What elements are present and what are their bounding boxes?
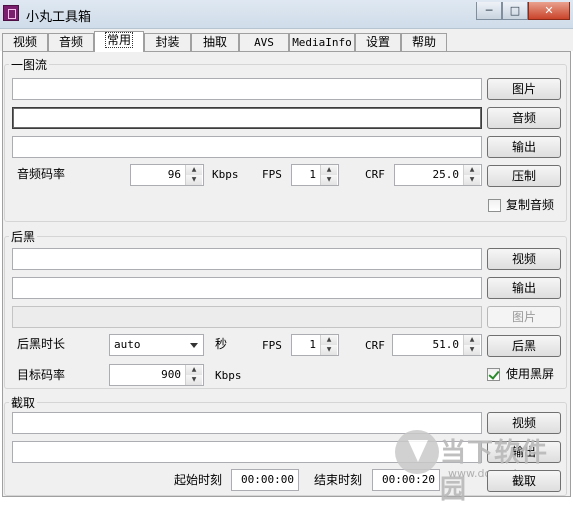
audio-bitrate-spinner[interactable]: 96 ▲ ▼ [130,164,204,186]
black-select-image-button: 图片 [487,306,561,328]
spin-down-icon[interactable]: ▼ [186,375,202,385]
group-image-stream-title: 一图流 [9,56,50,73]
crf-spinner[interactable]: 25.0 ▲ ▼ [394,164,482,186]
audio-bitrate-label: 音频码率 [17,167,66,181]
black-select-output-button[interactable]: 输出 [487,277,561,299]
maximize-button[interactable]: □ [502,2,528,20]
window-title: 小丸工具箱 [26,10,92,25]
crf-label: CRF [365,168,385,181]
watermark-logo-icon [395,430,439,474]
black-video-path-field[interactable] [12,248,482,270]
tab-common[interactable]: 常用 [94,31,144,52]
group-black-title: 后黑 [9,228,38,245]
tab-common-label: 常用 [104,32,134,48]
black-fps-label: FPS [262,339,282,352]
black-fps-spinner[interactable]: 1 ▲ ▼ [291,334,339,356]
output-path-field[interactable] [12,136,482,158]
clip-select-video-button[interactable]: 视频 [487,412,561,434]
chevron-down-icon [190,343,198,348]
start-time-field[interactable]: 00:00:00 [231,469,299,491]
select-output-button[interactable]: 输出 [487,136,561,158]
select-audio-button[interactable]: 音频 [487,107,561,129]
app-icon [3,5,19,21]
image-path-field[interactable] [12,78,482,100]
target-bitrate-value: 900 [161,368,181,381]
spin-down-icon[interactable]: ▼ [464,345,480,355]
black-crf-spinner[interactable]: 51.0 ▲ ▼ [392,334,482,356]
target-bitrate-spinner[interactable]: 900 ▲ ▼ [109,364,204,386]
end-time-value: 00:00:20 [382,473,435,486]
audio-path-field[interactable] [12,107,482,129]
black-crf-label: CRF [365,339,385,352]
fps-value: 1 [309,168,316,181]
compress-button[interactable]: 压制 [487,165,561,187]
tab-extract[interactable]: 抽取 [191,33,239,51]
end-time-field[interactable]: 00:00:20 [372,469,440,491]
group-clip-title: 截取 [9,394,38,411]
black-duration-dropdown[interactable]: auto [109,334,204,356]
audio-bitrate-unit: Kbps [212,168,239,181]
end-time-label: 结束时刻 [314,473,363,487]
copy-audio-label: 复制音频 [506,198,555,212]
target-bitrate-label: 目标码率 [17,368,66,382]
black-crf-value: 51.0 [432,338,460,351]
copy-audio-checkbox[interactable] [488,199,501,212]
tab-mux[interactable]: 封装 [144,33,191,51]
black-start-button[interactable]: 后黑 [487,335,561,357]
tab-mediainfo[interactable]: MediaInfo [289,33,355,51]
tab-avs[interactable]: AVS [239,33,289,51]
spin-down-icon[interactable]: ▼ [321,175,337,185]
start-time-label: 起始时刻 [174,473,223,487]
black-fps-value: 1 [309,338,316,351]
seconds-label: 秒 [215,337,228,351]
use-black-checkbox[interactable] [487,368,500,381]
close-button[interactable]: ✕ [528,2,570,20]
tab-help[interactable]: 帮助 [401,33,447,51]
tab-video[interactable]: 视频 [2,33,48,51]
tab-audio[interactable]: 音频 [48,33,94,51]
audio-bitrate-value: 96 [167,168,181,181]
use-black-label: 使用黑屏 [506,367,555,381]
black-duration-value: auto [114,338,141,351]
spin-down-icon[interactable]: ▼ [321,345,337,355]
crf-value: 25.0 [432,168,460,181]
spin-down-icon[interactable]: ▼ [186,175,202,185]
black-output-path-field[interactable] [12,277,482,299]
black-image-path-field [12,306,482,328]
black-duration-label: 后黑时长 [17,337,66,351]
target-bitrate-unit: Kbps [215,369,242,382]
fps-label: FPS [262,168,282,181]
clip-start-button[interactable]: 截取 [487,470,561,492]
black-select-video-button[interactable]: 视频 [487,248,561,270]
start-time-value: 00:00:00 [241,473,294,486]
select-image-button[interactable]: 图片 [487,78,561,100]
fps-spinner[interactable]: 1 ▲ ▼ [291,164,339,186]
spin-down-icon[interactable]: ▼ [464,175,480,185]
tab-settings[interactable]: 设置 [355,33,401,51]
minimize-button[interactable]: ─ [476,2,502,20]
